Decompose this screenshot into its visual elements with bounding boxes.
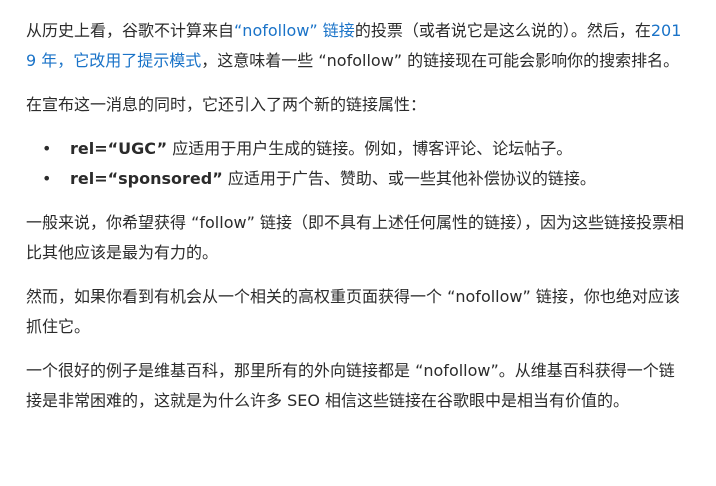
attribute-label-ugc: rel=“UGC” <box>70 139 168 158</box>
attribute-label-sponsored: rel=“sponsored” <box>70 169 223 188</box>
paragraph-1-text-2: 的投票（或者说它是这么说的）。然后，在 <box>354 21 651 40</box>
attribute-description-ugc: 应适用于用户生成的链接。例如，博客评论、论坛帖子。 <box>167 139 573 158</box>
nofollow-link[interactable]: “nofollow” 链接 <box>234 21 355 40</box>
paragraph-1-text-3: ，这意味着一些 “nofollow” 的链接现在可能会影响你的搜索排名。 <box>201 51 680 70</box>
paragraph-2: 在宣布这一消息的同时，它还引入了两个新的链接属性： <box>26 95 427 114</box>
paragraph-1-text-1: 从历史上看，谷歌不计算来自 <box>26 21 235 40</box>
article-body: 从历史上看，谷歌不计算来自“nofollow” 链接的投票（或者说它是这么说的）… <box>0 0 716 416</box>
attribute-description-sponsored: 应适用于广告、赞助、或一些其他补偿协议的链接。 <box>222 169 596 188</box>
list-item-ugc: • rel=“UGC” 应适用于用户生成的链接。例如，博客评论、论坛帖子。 <box>26 134 690 164</box>
paragraph-5: 一个很好的例子是维基百科，那里所有的外向链接都是 “nofollow”。从维基百… <box>26 361 675 410</box>
list-item-sponsored: • rel=“sponsored” 应适用于广告、赞助、或一些其他补偿协议的链接… <box>26 164 690 194</box>
paragraph-1: 从历史上看，谷歌不计算来自“nofollow” 链接的投票（或者说它是这么说的）… <box>26 16 690 76</box>
paragraph-4: 然而，如果你看到有机会从一个相关的高权重页面获得一个 “nofollow” 链接… <box>26 287 680 336</box>
bullet-dot-icon: • <box>42 169 52 188</box>
bullet-dot-icon: • <box>42 139 52 158</box>
link-attributes-list: • rel=“UGC” 应适用于用户生成的链接。例如，博客评论、论坛帖子。 • … <box>26 134 690 194</box>
paragraph-3: 一般来说，你希望获得 “follow” 链接（即不具有上述任何属性的链接），因为… <box>26 213 684 262</box>
